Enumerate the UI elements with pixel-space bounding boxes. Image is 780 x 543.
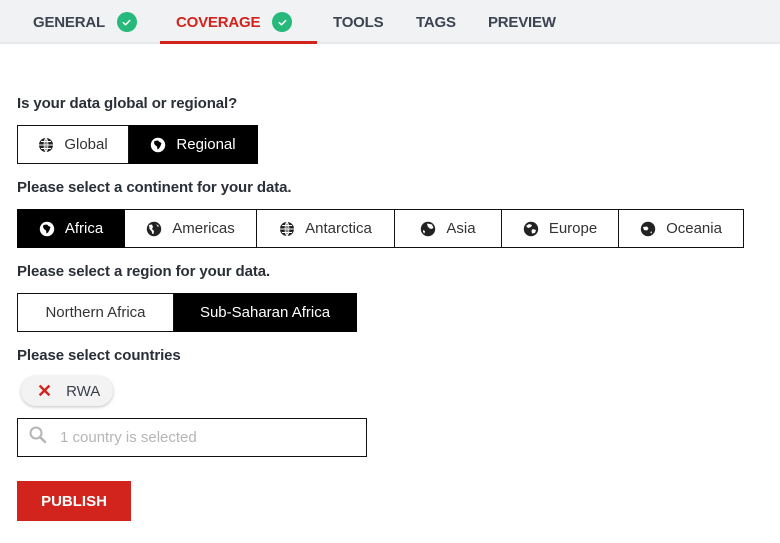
globe-oceania-icon bbox=[640, 221, 656, 237]
region-question: Please select a region for your data. bbox=[17, 263, 271, 280]
country-chip: ✕ RWA bbox=[21, 376, 113, 406]
publish-button[interactable]: PUBLISH bbox=[17, 481, 131, 521]
continent-option-antarctica[interactable]: Antarctica bbox=[257, 209, 395, 248]
globe-americas-icon bbox=[146, 221, 162, 237]
tab-tools[interactable]: TOOLS bbox=[333, 0, 384, 44]
globe-europe-icon bbox=[523, 221, 539, 237]
continent-option-americas[interactable]: Americas bbox=[125, 209, 257, 248]
scope-selector: Global Regional bbox=[17, 125, 258, 164]
tab-general[interactable]: GENERAL bbox=[33, 0, 137, 44]
active-tab-indicator bbox=[160, 41, 317, 44]
tab-coverage[interactable]: COVERAGE bbox=[176, 0, 293, 44]
continent-option-africa[interactable]: Africa bbox=[17, 209, 125, 248]
chip-label: RWA bbox=[66, 382, 101, 400]
continent-option-oceania[interactable]: Oceania bbox=[619, 209, 744, 248]
region-option-sub-saharan-africa[interactable]: Sub-Saharan Africa bbox=[174, 293, 357, 332]
search-icon bbox=[28, 425, 48, 450]
tab-label: TOOLS bbox=[333, 13, 384, 31]
option-label: Antarctica bbox=[305, 220, 372, 237]
tab-label: COVERAGE bbox=[176, 13, 261, 31]
option-label: Americas bbox=[172, 220, 235, 237]
countries-question: Please select countries bbox=[17, 347, 181, 364]
continent-question: Please select a continent for your data. bbox=[17, 179, 292, 196]
tab-label: TAGS bbox=[416, 13, 456, 31]
scope-option-global[interactable]: Global bbox=[17, 125, 129, 164]
remove-icon[interactable]: ✕ bbox=[37, 382, 52, 400]
country-search-input[interactable] bbox=[60, 429, 340, 446]
tab-label: GENERAL bbox=[33, 13, 105, 31]
scope-option-regional[interactable]: Regional bbox=[129, 125, 258, 164]
option-label: Oceania bbox=[666, 220, 722, 237]
tab-preview[interactable]: PREVIEW bbox=[488, 0, 556, 44]
scope-question: Is your data global or regional? bbox=[17, 95, 238, 112]
option-label: Regional bbox=[176, 136, 236, 153]
option-label: Northern Africa bbox=[45, 304, 146, 321]
option-label: Europe bbox=[548, 220, 598, 237]
tab-label: PREVIEW bbox=[488, 13, 556, 31]
continent-selector: Africa Americas Antarctica Asia Europe O… bbox=[17, 209, 744, 248]
check-circle-icon bbox=[116, 12, 137, 32]
globe-grid-icon bbox=[279, 221, 295, 237]
continent-option-europe[interactable]: Europe bbox=[502, 209, 619, 248]
option-label: Africa bbox=[64, 220, 104, 237]
globe-asia-icon bbox=[420, 221, 436, 237]
option-label: Sub-Saharan Africa bbox=[199, 304, 331, 321]
check-circle-icon bbox=[272, 12, 293, 32]
option-label: Asia bbox=[446, 220, 476, 237]
region-selector: Northern Africa Sub-Saharan Africa bbox=[17, 293, 357, 332]
option-label: Global bbox=[64, 136, 108, 153]
country-search bbox=[17, 418, 367, 457]
tab-tags[interactable]: TAGS bbox=[416, 0, 456, 44]
globe-africa-icon bbox=[150, 137, 166, 153]
globe-grid-icon bbox=[38, 137, 54, 153]
region-option-northern-africa[interactable]: Northern Africa bbox=[17, 293, 174, 332]
globe-africa-icon bbox=[39, 221, 55, 237]
continent-option-asia[interactable]: Asia bbox=[395, 209, 502, 248]
